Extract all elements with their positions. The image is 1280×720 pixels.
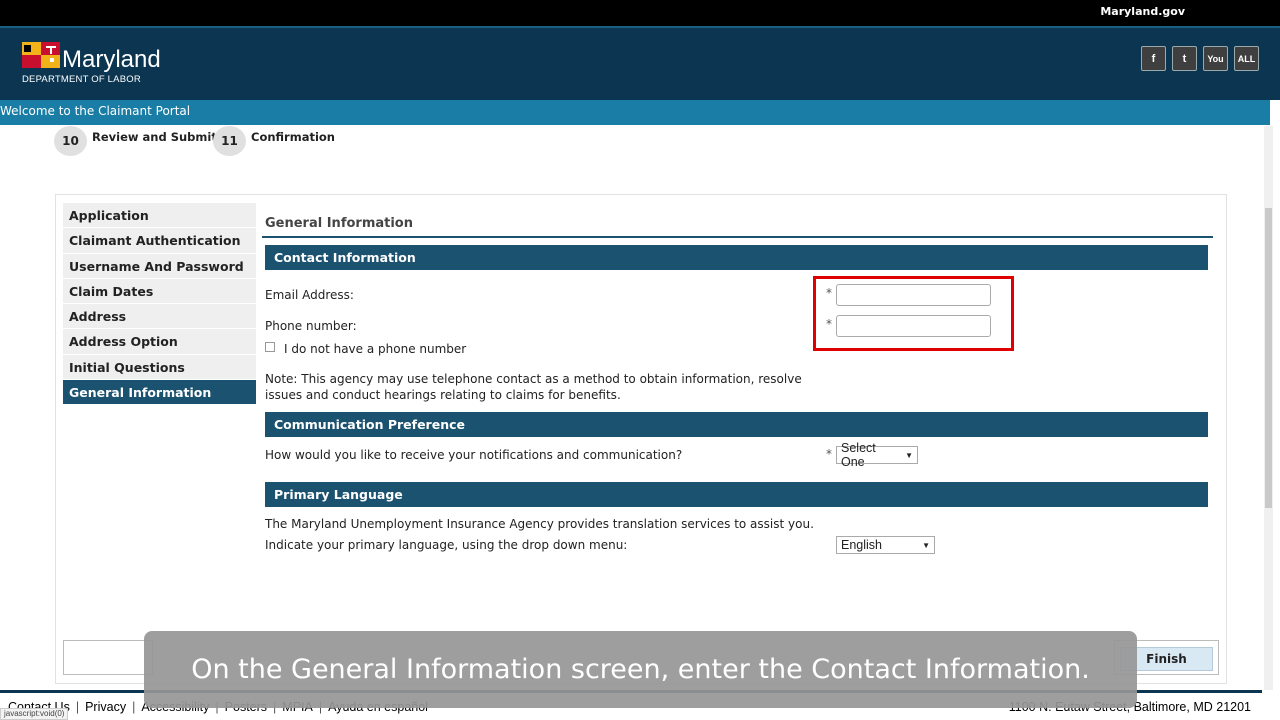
step-label: Confirmation — [251, 130, 335, 144]
email-label: Email Address: — [265, 288, 354, 302]
scrollbar-thumb[interactable] — [1265, 208, 1272, 508]
primary-language-header: Primary Language — [265, 482, 1208, 507]
required-marker: * — [826, 317, 832, 331]
sidebar-item-initial-questions[interactable]: Initial Questions — [63, 354, 256, 381]
contact-note-line2: issues and conduct hearings relating to … — [265, 388, 621, 402]
language-prompt: Indicate your primary language, using th… — [265, 538, 628, 552]
no-phone-label: I do not have a phone number — [284, 342, 467, 356]
footer-link-privacy[interactable]: Privacy — [85, 700, 126, 714]
phone-input[interactable] — [836, 315, 991, 337]
required-marker: * — [826, 447, 832, 461]
all-social-icon[interactable]: ALL — [1234, 46, 1259, 71]
title-divider — [262, 236, 1213, 238]
back-button[interactable] — [63, 640, 153, 675]
sidebar-item-general-information[interactable]: General Information — [63, 380, 256, 406]
facebook-icon[interactable]: f — [1141, 46, 1166, 71]
communication-selected: Select One — [841, 441, 876, 469]
tutorial-caption: On the General Information screen, enter… — [144, 631, 1137, 708]
brand-subtitle: DEPARTMENT OF LABOR — [22, 74, 141, 85]
chevron-down-icon: ▼ — [905, 450, 913, 460]
step-number: 10 — [54, 126, 87, 156]
no-phone-checkbox[interactable] — [265, 342, 275, 352]
youtube-icon[interactable]: You — [1203, 46, 1228, 71]
required-marker: * — [826, 286, 832, 300]
brand-name: Maryland — [62, 46, 161, 73]
email-input[interactable] — [836, 284, 991, 306]
communication-select[interactable]: Select One ▼ — [836, 441, 918, 469]
welcome-text: Welcome to the Claimant Portal — [0, 104, 191, 118]
communication-question: How would you like to receive your notif… — [265, 448, 683, 462]
chevron-down-icon: ▼ — [922, 540, 930, 550]
sidebar-nav: Application Claimant Authentication User… — [63, 203, 256, 406]
sidebar-item-address-option[interactable]: Address Option — [63, 329, 256, 355]
site-header: Maryland DEPARTMENT OF LABOR f t You ALL — [0, 26, 1280, 100]
language-select[interactable]: English ▼ — [836, 536, 935, 554]
step-number: 11 — [213, 126, 246, 156]
language-selected: English — [841, 538, 882, 552]
communication-preference-header: Communication Preference — [265, 412, 1208, 437]
sidebar-item-address[interactable]: Address — [63, 304, 256, 330]
language-info: The Maryland Unemployment Insurance Agen… — [265, 517, 814, 531]
sidebar-item-application[interactable]: Application — [63, 203, 256, 229]
phone-label: Phone number: — [265, 319, 357, 333]
contact-info-header: Contact Information — [265, 245, 1208, 270]
page-title: General Information — [265, 216, 413, 231]
maryland-flag-icon — [22, 42, 60, 68]
contact-note-line1: Note: This agency may use telephone cont… — [265, 372, 802, 386]
maryland-gov-link[interactable]: Maryland.gov — [1100, 5, 1185, 18]
twitter-icon[interactable]: t — [1172, 46, 1197, 71]
sidebar-item-username-password[interactable]: Username And Password — [63, 253, 256, 279]
sidebar-item-claimant-authentication[interactable]: Claimant Authentication — [63, 228, 256, 254]
top-bar: Maryland.gov — [0, 0, 1280, 26]
page-scrollbar[interactable] — [1264, 126, 1273, 690]
status-url: javascript:void(0) — [0, 708, 69, 720]
welcome-banner: Welcome to the Claimant Portal — [0, 100, 1270, 125]
step-label: Review and Submit — [92, 130, 217, 144]
sidebar-item-claim-dates[interactable]: Claim Dates — [63, 278, 256, 305]
